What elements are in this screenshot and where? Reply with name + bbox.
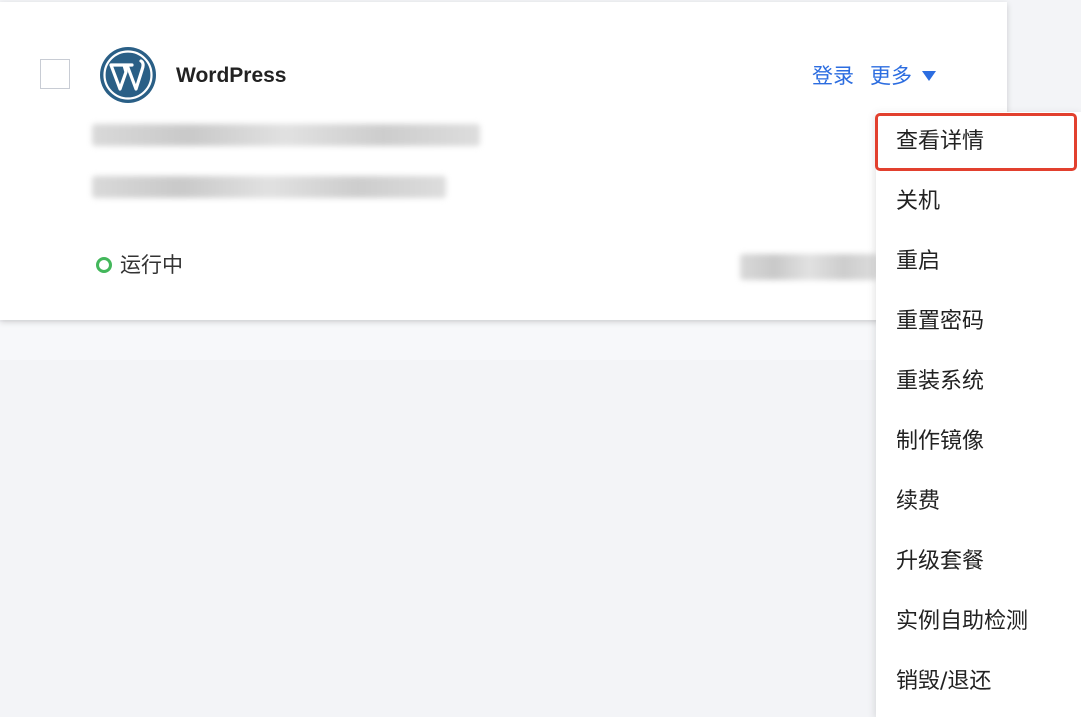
menu-item-self-check[interactable]: 实例自助检测 <box>876 592 1081 652</box>
instance-card: WordPress 登录 更多 运行中 <box>0 2 1007 320</box>
highlight-annotation-box <box>875 113 1077 171</box>
menu-item-destroy-return[interactable]: 销毁/退还 <box>876 652 1081 712</box>
select-checkbox[interactable] <box>40 59 70 89</box>
menu-item-create-image[interactable]: 制作镜像 <box>876 412 1081 472</box>
wordpress-logo-icon <box>100 47 156 103</box>
status-label: 运行中 <box>120 253 183 277</box>
menu-item-upgrade-plan[interactable]: 升级套餐 <box>876 532 1081 592</box>
menu-item-restart[interactable]: 重启 <box>876 232 1081 292</box>
redacted-spec-line <box>92 124 480 146</box>
card-actions: 登录 更多 <box>812 60 936 92</box>
login-link[interactable]: 登录 <box>812 60 854 92</box>
caret-down-icon[interactable] <box>922 71 936 81</box>
status-ring-icon <box>96 257 112 273</box>
more-dropdown-trigger[interactable]: 更多 <box>870 60 912 92</box>
menu-item-renew[interactable]: 续费 <box>876 472 1081 532</box>
app-name: WordPress <box>176 64 287 87</box>
menu-item-shutdown[interactable]: 关机 <box>876 172 1081 232</box>
redacted-expiry-line <box>92 176 446 198</box>
menu-item-reset-password[interactable]: 重置密码 <box>876 292 1081 352</box>
status-indicator: 运行中 <box>96 251 183 279</box>
menu-item-reinstall-system[interactable]: 重装系统 <box>876 352 1081 412</box>
more-dropdown-menu: 查看详情 关机 重启 重置密码 重装系统 制作镜像 续费 升级套餐 实例自助检测… <box>876 112 1081 717</box>
redacted-ip-address <box>740 254 878 280</box>
